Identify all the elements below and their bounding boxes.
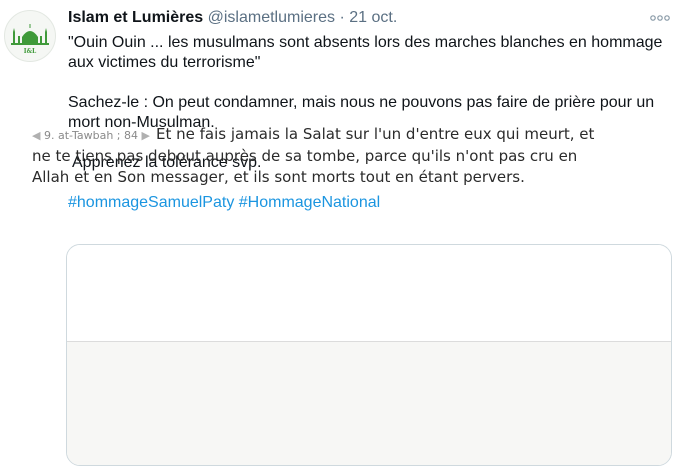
- user-handle[interactable]: @islametlumieres: [208, 9, 335, 26]
- hashtag-line: #hommageSamuelPaty #HommageNational: [68, 193, 668, 213]
- separator-dot: ·: [339, 9, 345, 26]
- avatar-logo-text: I&L: [24, 48, 37, 55]
- card-quote-area: [67, 342, 671, 465]
- quran-verse: ◀ 9. at-Tawbah ; 84 ▶ Et ne fais jamais l…: [32, 124, 602, 188]
- tweet[interactable]: I&L Islam et Lumières @islametlumieres ·…: [0, 0, 677, 466]
- media-card[interactable]: [66, 244, 672, 466]
- verse-reference-label: 9. at-Tawbah ; 84: [43, 129, 139, 142]
- verse-reference: ◀ 9. at-Tawbah ; 84 ▶: [32, 129, 150, 142]
- card-image-area: [67, 245, 671, 341]
- timestamp[interactable]: 21 oct.: [349, 9, 397, 26]
- display-name[interactable]: Islam et Lumières: [68, 9, 203, 26]
- verse-prev-icon: ◀: [32, 129, 41, 142]
- verse-next-icon: ▶: [141, 129, 150, 142]
- hashtag-link[interactable]: #hommageSamuelPaty: [68, 194, 234, 211]
- tweet-header: Islam et Lumières @islametlumieres · 21 …: [68, 8, 397, 28]
- mosque-logo-icon: I&L: [11, 24, 49, 55]
- hashtag-link[interactable]: #HommageNational: [239, 194, 380, 211]
- more-horizontal-icon[interactable]: [648, 12, 672, 24]
- tweet-paragraph: "Ouin Ouin ... les musulmans sont absent…: [68, 34, 663, 71]
- avatar[interactable]: I&L: [4, 10, 56, 62]
